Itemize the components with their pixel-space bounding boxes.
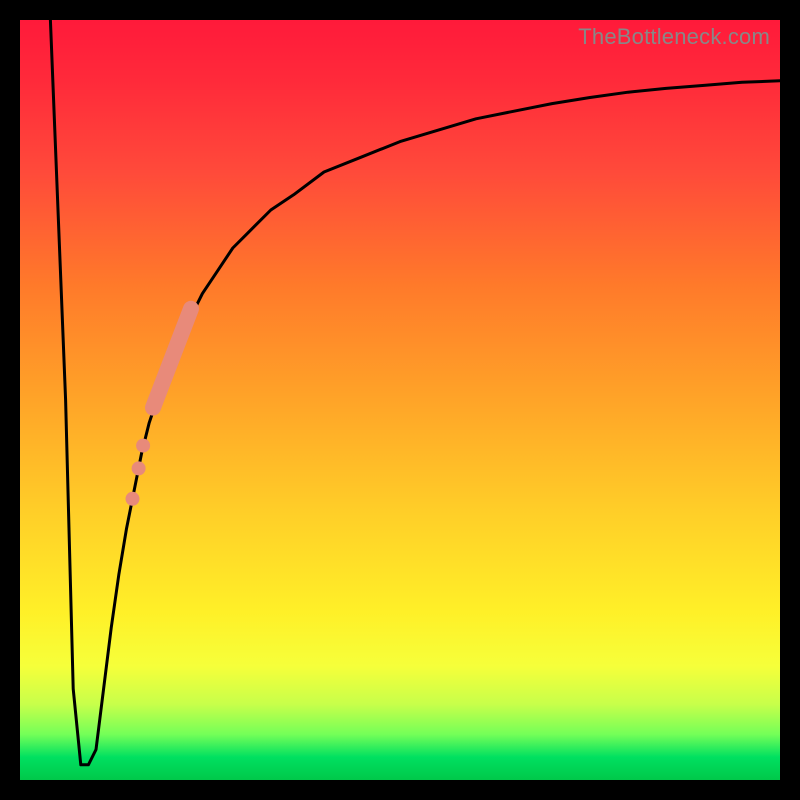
highlight-dot xyxy=(126,492,140,506)
curve-svg xyxy=(20,20,780,780)
highlight-dot xyxy=(136,439,150,453)
highlight-dot xyxy=(132,461,146,475)
chart-frame: TheBottleneck.com xyxy=(0,0,800,800)
highlight-dots xyxy=(126,439,151,506)
highlight-segment xyxy=(153,309,191,408)
plot-area: TheBottleneck.com xyxy=(20,20,780,780)
